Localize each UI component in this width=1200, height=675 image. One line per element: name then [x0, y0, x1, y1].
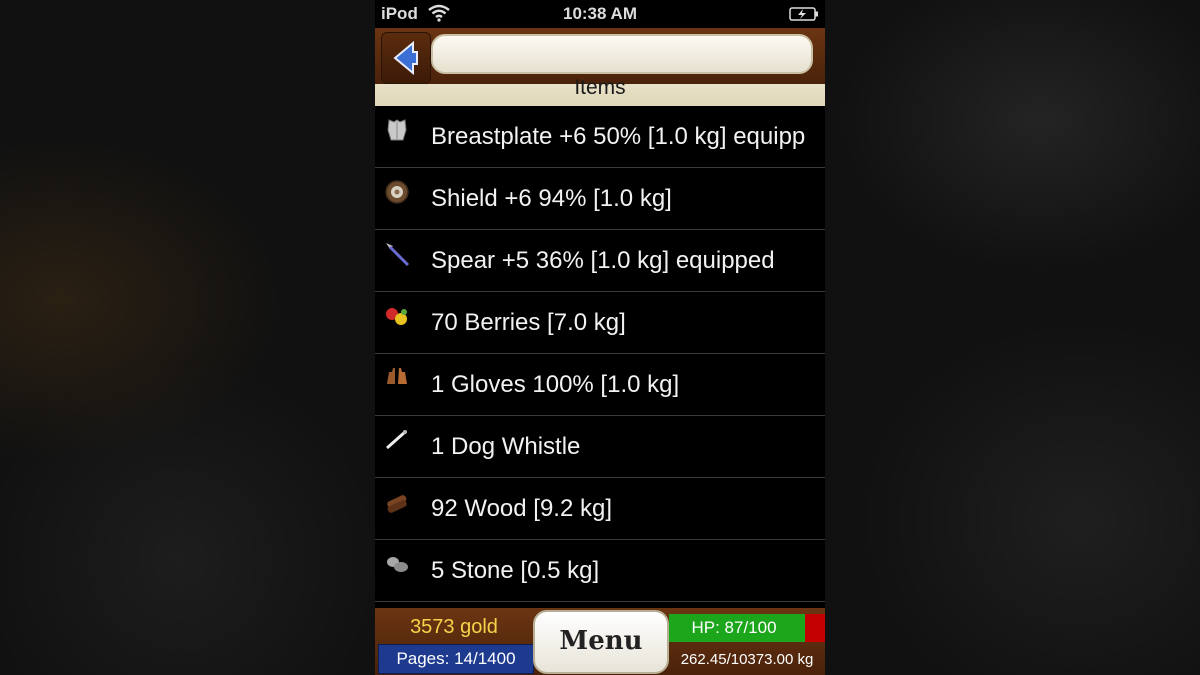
bottom-bar: 3573 gold Pages: 14/1400 Menu HP: 87/100…	[375, 608, 825, 675]
hp-bar: HP: 87/100	[669, 614, 825, 642]
header: Items	[375, 28, 825, 106]
list-item[interactable]: 5 Stone [0.5 kg]	[375, 540, 825, 602]
search-field[interactable]	[431, 34, 813, 74]
shield-icon	[383, 178, 411, 206]
pages-indicator[interactable]: Pages: 14/1400	[378, 644, 534, 674]
list-item[interactable]: Spear +5 36% [1.0 kg] equipped	[375, 230, 825, 292]
gloves-icon	[383, 364, 411, 392]
stone-icon	[383, 550, 411, 578]
armor-icon	[383, 116, 411, 144]
list-item[interactable]: 1 Gloves 100% [1.0 kg]	[375, 354, 825, 416]
whistle-icon	[383, 426, 411, 454]
berries-icon	[383, 302, 411, 330]
list-item[interactable]: 1 Dog Whistle	[375, 416, 825, 478]
page-title: Items	[574, 76, 626, 99]
menu-button[interactable]: Menu	[533, 610, 669, 674]
weight-label: 262.45/10373.00 kg	[680, 651, 814, 668]
spear-icon	[383, 240, 411, 268]
wood-icon	[383, 488, 411, 516]
list-item[interactable]: 70 Berries [7.0 kg]	[375, 292, 825, 354]
item-label: Spear +5 36% [1.0 kg] equipped	[431, 247, 775, 274]
list-item[interactable]: Shield +6 94% [1.0 kg]	[375, 168, 825, 230]
battery-icon	[789, 6, 819, 26]
list-item[interactable]: 92 Wood [9.2 kg]	[375, 478, 825, 540]
item-label: 92 Wood [9.2 kg]	[431, 495, 613, 522]
hp-label: HP: 87/100	[691, 618, 777, 637]
status-bar: iPod 10:38 AM	[375, 0, 825, 28]
back-arrow-icon	[393, 40, 418, 76]
app-screen: iPod 10:38 AM Items Breastplate +6 50% […	[375, 0, 825, 675]
item-label: 70 Berries [7.0 kg]	[431, 309, 626, 336]
list-item[interactable]: Breastplate +6 50% [1.0 kg] equipp	[375, 106, 825, 168]
inventory-list: Breastplate +6 50% [1.0 kg] equipp Shiel…	[375, 106, 825, 608]
item-label: 5 Stone [0.5 kg]	[431, 557, 600, 584]
clock-label: 10:38 AM	[562, 4, 637, 23]
item-label: 1 Gloves 100% [1.0 kg]	[431, 371, 680, 398]
gold-counter: 3573 gold	[410, 616, 498, 638]
item-label: Shield +6 94% [1.0 kg]	[431, 185, 672, 212]
item-label: 1 Dog Whistle	[431, 433, 581, 460]
item-label: Breastplate +6 50% [1.0 kg] equipp	[431, 123, 806, 150]
